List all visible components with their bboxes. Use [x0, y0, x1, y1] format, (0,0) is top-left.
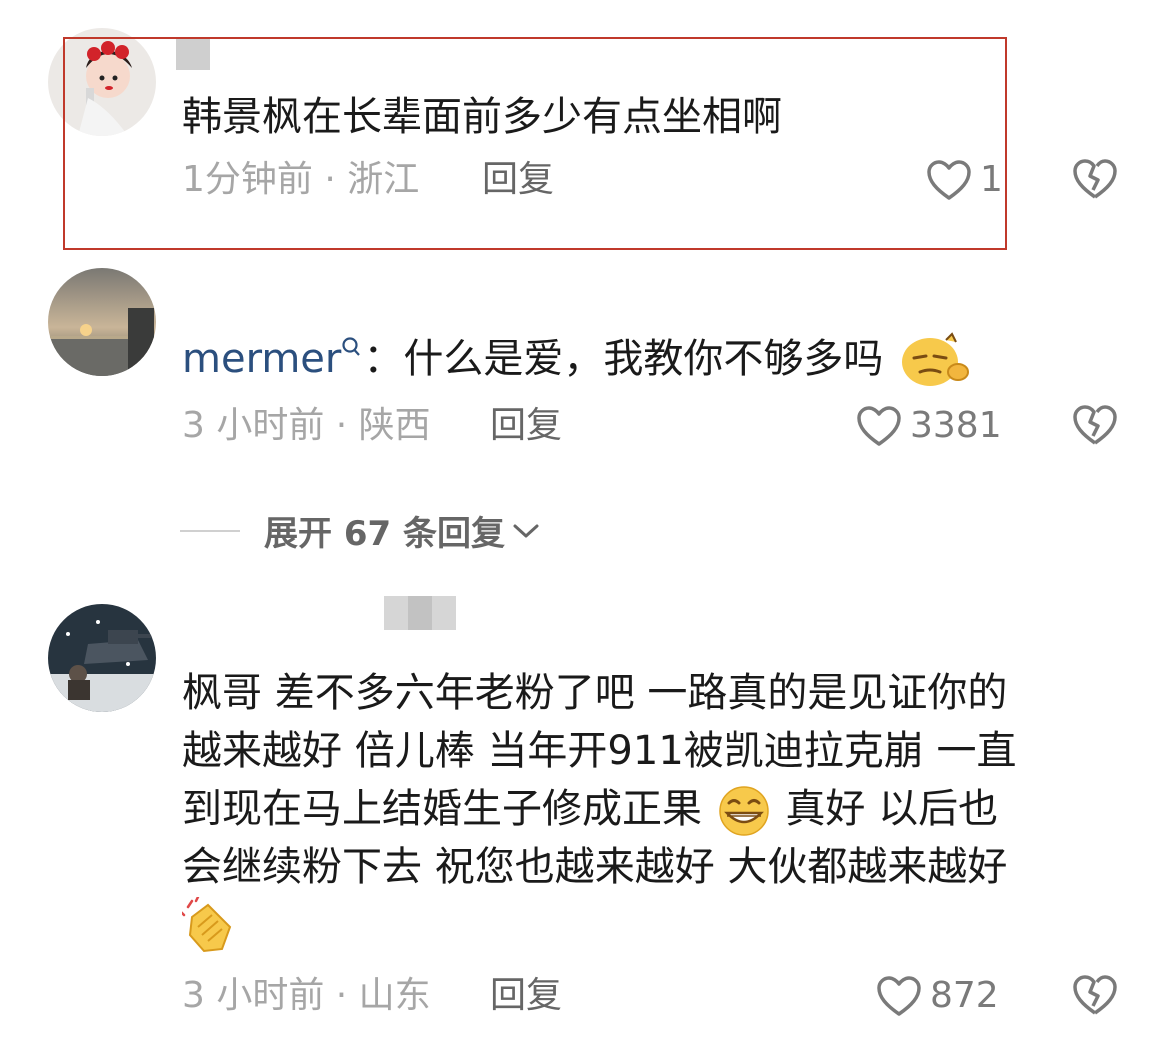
expand-label: 展开 67 条回复	[264, 514, 505, 554]
separator: ：	[363, 336, 404, 382]
username-blurred	[384, 596, 456, 630]
comment-line	[182, 896, 1142, 957]
broken-heart-icon[interactable]	[1072, 974, 1118, 1016]
reply-button[interactable]: 回复	[490, 404, 562, 448]
grin-emoji	[718, 786, 769, 836]
search-icon[interactable]	[341, 336, 363, 362]
avatar[interactable]	[48, 268, 156, 376]
avatar[interactable]	[48, 604, 156, 712]
heart-outline-icon	[857, 406, 901, 446]
comment-meta: 3 小时前 · 陕西	[182, 405, 431, 446]
expand-replies-button[interactable]: 展开 67 条回复	[180, 506, 541, 555]
comment-line: 到现在马上结婚生子修成正果 真好 以后也	[182, 780, 1142, 838]
comment-line: 越来越好 倍儿棒 当年开911被凯迪拉克崩 一直	[182, 728, 1017, 774]
broken-heart-icon[interactable]	[1072, 158, 1118, 200]
comment-text: 枫哥 差不多六年老粉了吧 一路真的是见证你的 越来越好 倍儿棒 当年开911被凯…	[182, 664, 1142, 957]
divider	[180, 529, 240, 532]
comment-fragment: 真好 以后也	[785, 786, 999, 832]
username[interactable]: mermer	[182, 336, 341, 382]
smirk-emoji	[902, 332, 970, 386]
broken-heart-icon[interactable]	[1072, 404, 1118, 446]
chevron-down-icon	[513, 524, 539, 537]
heart-outline-icon	[877, 976, 921, 1016]
like-button[interactable]: 3381	[856, 404, 1002, 448]
like-button[interactable]: 872	[876, 974, 999, 1018]
comment-meta: 3 小时前 · 山东	[182, 975, 431, 1016]
clap-emoji	[182, 897, 232, 953]
comment-line: 枫哥 差不多六年老粉了吧 一路真的是见证你的	[182, 670, 1008, 716]
comment-text: mermer ：什么是爱，我教你不够多吗	[182, 330, 970, 390]
like-count: 3381	[910, 405, 1002, 446]
comment-line: 会继续粉下去 祝您也越来越好 大伙都越来越好	[182, 844, 1008, 890]
comment-body: 什么是爱，我教你不够多吗	[403, 336, 884, 382]
reply-button[interactable]: 回复	[490, 974, 562, 1018]
highlight-box	[63, 37, 1007, 250]
like-count: 872	[930, 975, 999, 1016]
comment-fragment: 到现在马上结婚生子修成正果	[182, 786, 702, 832]
